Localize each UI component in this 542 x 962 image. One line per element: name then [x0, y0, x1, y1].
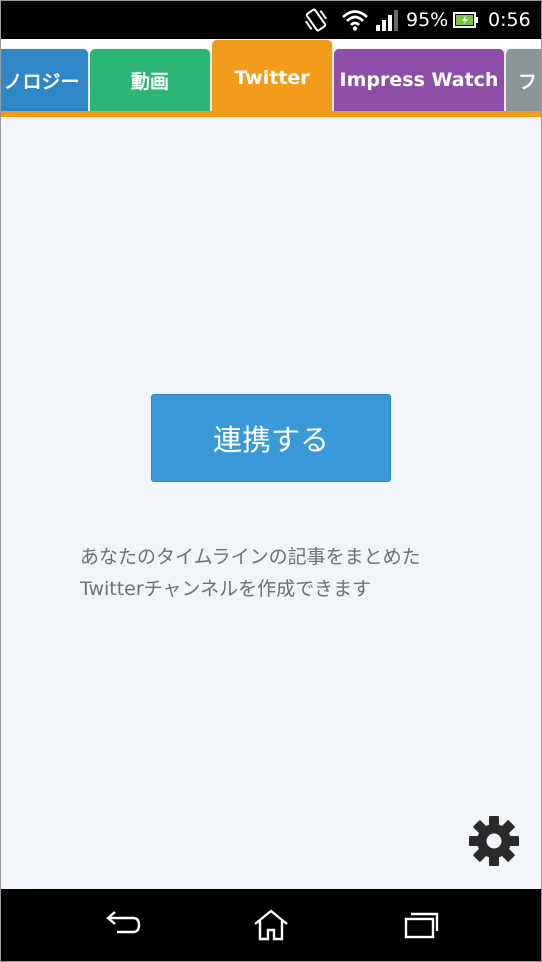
vibrate-icon — [301, 7, 331, 33]
battery-icon — [453, 7, 479, 33]
connect-button[interactable]: 連携する — [151, 394, 391, 482]
main-content: 連携する あなたのタイムラインの記事をまとめた Twitterチャンネルを作成で… — [1, 117, 541, 889]
connect-button-label: 連携する — [212, 423, 329, 457]
signal-icon — [373, 7, 401, 33]
tab-label: フ — [518, 70, 538, 93]
description-line-2: Twitterチャンネルを作成できます — [80, 578, 372, 600]
tab-strip: ノロジー 動画 Twitter Impress Watch フ — [1, 39, 541, 117]
gear-icon[interactable] — [467, 814, 521, 868]
description: あなたのタイムラインの記事をまとめた Twitterチャンネルを作成できます — [80, 541, 500, 605]
status-bar: 95% 0:56 — [1, 1, 541, 39]
recent-apps-icon[interactable] — [391, 905, 451, 945]
app-frame: 95% 0:56 ノロジー 動画 Twitter Impress Watch フ — [0, 0, 542, 962]
tab-label: 動画 — [130, 70, 169, 93]
tab-label: Twitter — [234, 67, 310, 89]
tab-label: Impress Watch — [339, 69, 499, 91]
tab-technology[interactable]: ノロジー — [1, 49, 88, 111]
tab-twitter[interactable]: Twitter — [212, 40, 332, 116]
description-line-1: あなたのタイムラインの記事をまとめた — [80, 546, 421, 568]
tab-next[interactable]: フ — [506, 49, 541, 111]
navigation-bar — [1, 889, 541, 961]
wifi-icon — [340, 7, 370, 33]
back-icon[interactable] — [93, 905, 153, 945]
tab-video[interactable]: 動画 — [90, 49, 210, 111]
tab-label: ノロジー — [3, 70, 80, 93]
clock: 0:56 — [488, 9, 531, 31]
home-icon[interactable] — [241, 905, 301, 945]
tab-impress-watch[interactable]: Impress Watch — [334, 49, 504, 111]
battery-percent: 95% — [406, 9, 449, 31]
